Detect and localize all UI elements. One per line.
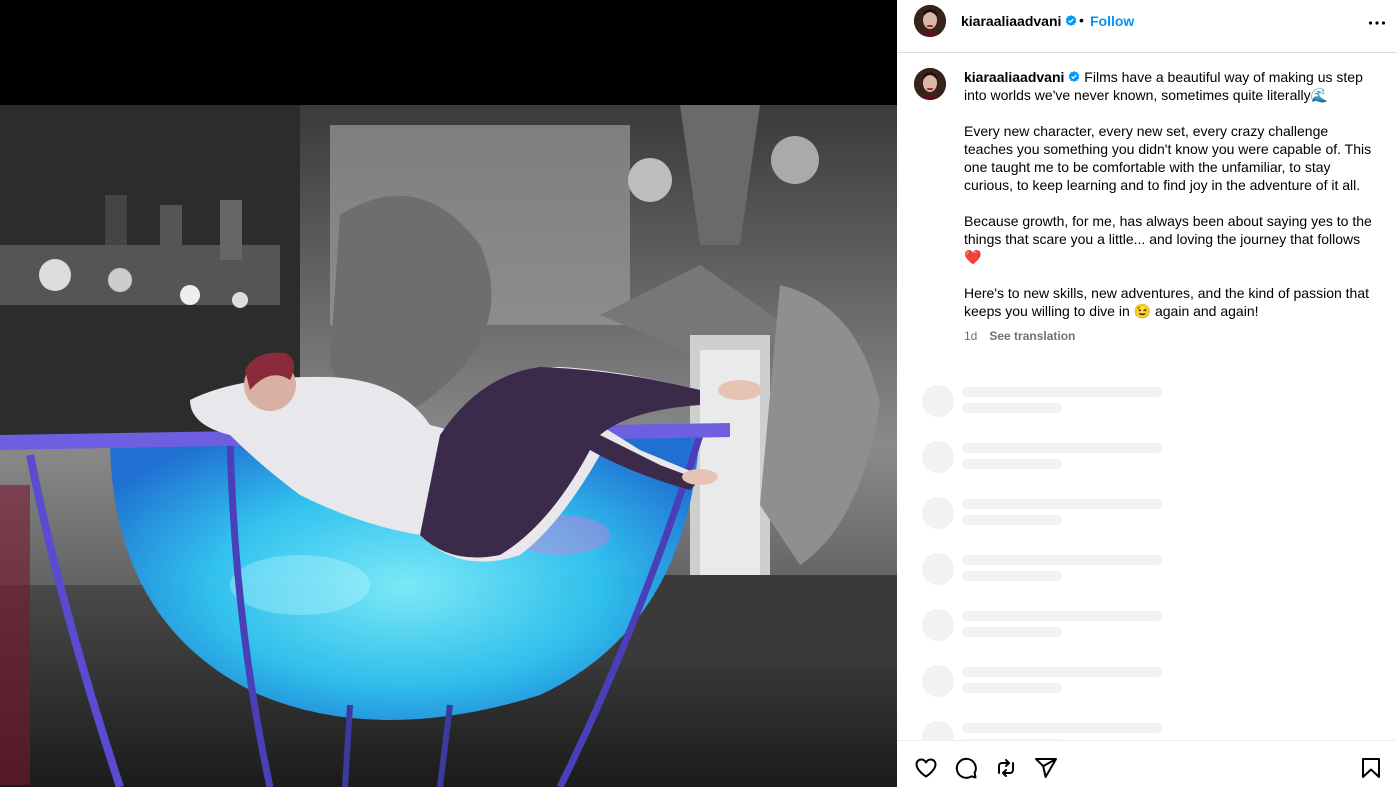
comment-skeleton xyxy=(897,385,1397,425)
caption-paragraph-3: Because growth, for me, has always been … xyxy=(964,213,1372,265)
avatar-image xyxy=(914,68,946,100)
separator-dot: • xyxy=(1079,12,1084,28)
username-text[interactable]: kiaraaliaadvani xyxy=(961,13,1061,29)
share-icon[interactable] xyxy=(1034,756,1058,780)
caption-paragraph-4: Here's to new skills, new adventures, an… xyxy=(964,285,1370,319)
caption-body: kiaraaliaadvani Films have a beautiful w… xyxy=(964,68,1374,338)
caption-paragraph-2: Every new character, every new set, ever… xyxy=(964,123,1372,193)
comment-skeleton xyxy=(897,665,1397,705)
post-author-username[interactable]: kiaraaliaadvani xyxy=(961,13,1077,29)
see-translation-link[interactable]: See translation xyxy=(989,329,1075,343)
more-options-icon[interactable] xyxy=(1367,13,1387,33)
caption-avatar[interactable] xyxy=(914,68,946,100)
post-header: kiaraaliaadvani • Follow xyxy=(897,0,1397,53)
comment-skeleton xyxy=(897,497,1397,537)
post-side-panel: kiaraaliaadvani • Follow kiaraaliaadvani… xyxy=(897,0,1397,787)
heart-icon[interactable] xyxy=(914,756,938,780)
avatar[interactable] xyxy=(914,5,946,37)
follow-button[interactable]: Follow xyxy=(1090,13,1134,29)
post-action-bar xyxy=(897,740,1397,787)
repost-icon[interactable] xyxy=(994,756,1018,780)
verified-badge-icon xyxy=(1066,15,1077,26)
caption-paragraph: kiaraaliaadvani Films have a beautiful w… xyxy=(964,68,1374,104)
caption-username[interactable]: kiaraaliaadvani xyxy=(964,69,1064,85)
post-timestamp[interactable]: 1d xyxy=(964,329,977,343)
caption-meta: 1d See translation xyxy=(964,329,1075,343)
comment-icon[interactable] xyxy=(954,756,978,780)
post-photo[interactable] xyxy=(0,105,897,787)
comment-skeleton xyxy=(897,553,1397,593)
bookmark-icon[interactable] xyxy=(1359,756,1383,780)
post-media-pane xyxy=(0,0,897,787)
avatar-image xyxy=(914,5,946,37)
comment-skeleton xyxy=(897,441,1397,481)
verified-badge-icon xyxy=(1069,71,1080,82)
comment-skeleton xyxy=(897,609,1397,649)
